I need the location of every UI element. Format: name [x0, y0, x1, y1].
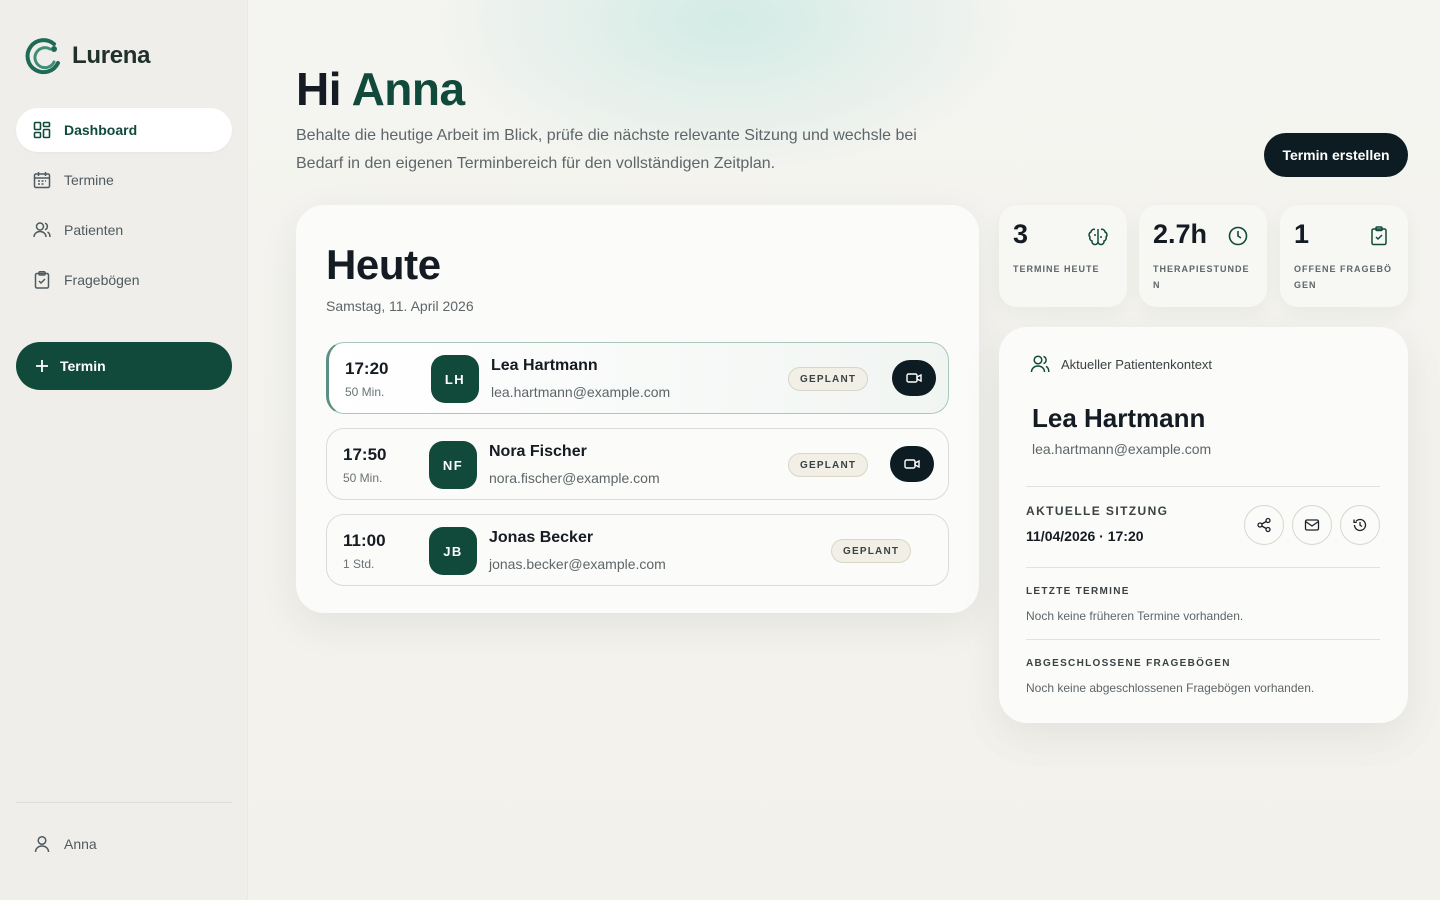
stat-label: TERMINE HEUTE	[1013, 264, 1100, 274]
appointment-time: 17:50	[343, 445, 387, 464]
patient-name: Jonas Becker	[489, 529, 594, 546]
logo-icon	[25, 38, 60, 75]
avatar: JB	[429, 527, 477, 575]
context-patient-name: Lea Hartmann	[1032, 403, 1206, 433]
status-badge: GEPLANT	[788, 453, 869, 477]
email-button[interactable]	[1292, 505, 1332, 545]
appointment-time: 17:20	[345, 359, 389, 378]
recent-appointments-label: LETZTE TERMINE	[1026, 586, 1130, 597]
create-appointment-button[interactable]: Termin erstellen	[1264, 133, 1408, 177]
page-title: Hi Anna	[296, 62, 465, 116]
status-badge: GEPLANT	[831, 539, 912, 563]
sidebar-item-patienten[interactable]: Patienten	[16, 208, 232, 252]
video-icon	[904, 459, 920, 469]
video-call-button[interactable]	[892, 360, 936, 396]
video-icon	[906, 373, 922, 383]
user-name: Anna	[64, 836, 97, 852]
appointment-row[interactable]: 11:00 1 Std. JB Jonas Becker jonas.becke…	[326, 514, 949, 586]
divider	[1026, 639, 1380, 640]
clock-icon	[1228, 226, 1248, 246]
page-subtitle: Behalte die heutige Arbeit im Blick, prü…	[296, 127, 917, 172]
new-appointment-label: Termin	[60, 358, 106, 374]
users-icon	[1030, 355, 1050, 373]
context-header: Aktueller Patientenkontext	[1029, 353, 1212, 375]
user-icon	[34, 835, 50, 853]
completed-forms-text: Noch keine abgeschlossenen Fragebögen vo…	[1026, 681, 1315, 695]
greeting-word: Hi	[296, 63, 342, 115]
recent-appointments-text: Noch keine früheren Termine vorhanden.	[1026, 609, 1244, 623]
patient-email: jonas.becker@example.com	[489, 556, 666, 572]
logo[interactable]: Lurena	[24, 36, 151, 76]
context-header-label: Aktueller Patientenkontext	[1061, 356, 1213, 372]
sidebar-item-label: Patienten	[64, 222, 124, 238]
stat-card-hours: 2.7h THERAPIESTUNDEN	[1139, 205, 1267, 307]
completed-forms-label: ABGESCHLOSSENE FRAGEBÖGEN	[1026, 658, 1231, 669]
brain-icon	[1088, 228, 1108, 246]
avatar: NF	[429, 441, 477, 489]
today-card: Heute Samstag, 11. April 2026 17:20 50 M…	[296, 205, 979, 613]
session-value: 11/04/2026 · 17:20	[1026, 528, 1144, 544]
user-menu[interactable]: Anna	[32, 834, 97, 854]
appointment-row[interactable]: 17:20 50 Min. LH Lea Hartmann lea.hartma…	[326, 342, 949, 414]
stat-label: THERAPIESTUNDEN	[1153, 264, 1250, 290]
appointment-row[interactable]: 17:50 50 Min. NF Nora Fischer nora.fisch…	[326, 428, 949, 500]
avatar: LH	[431, 355, 479, 403]
today-title: Heute	[326, 241, 441, 288]
share-icon	[1257, 517, 1271, 533]
sidebar-item-frageboegen[interactable]: Fragebögen	[16, 258, 232, 302]
app-name: Lurena	[72, 42, 151, 69]
share-button[interactable]	[1244, 505, 1284, 545]
patient-email: nora.fischer@example.com	[489, 470, 660, 486]
appointment-duration: 50 Min.	[345, 385, 385, 399]
dashboard-icon	[33, 121, 51, 139]
history-button[interactable]	[1340, 505, 1380, 545]
sidebar-item-termine[interactable]: Termine	[16, 158, 232, 202]
sidebar-item-label: Fragebögen	[64, 272, 140, 288]
patient-name: Nora Fischer	[489, 443, 587, 460]
sidebar-divider	[16, 802, 232, 803]
stat-label: OFFENE FRAGEBÖGEN	[1294, 264, 1393, 290]
patient-name: Lea Hartmann	[491, 357, 598, 374]
users-icon	[33, 222, 51, 238]
sidebar-item-dashboard[interactable]: Dashboard	[16, 108, 232, 152]
stat-value: 3	[1013, 219, 1029, 249]
patient-context-card: Aktueller Patientenkontext Lea Hartmann …	[999, 327, 1408, 723]
patient-email: lea.hartmann@example.com	[491, 384, 671, 400]
appointment-duration: 50 Min.	[343, 471, 383, 485]
sidebar-item-label: Dashboard	[64, 122, 138, 138]
new-appointment-button[interactable]: Termin	[16, 342, 232, 390]
context-patient-email: lea.hartmann@example.com	[1032, 441, 1212, 457]
status-badge: GEPLANT	[788, 367, 869, 391]
clipboard-check-icon	[1371, 226, 1387, 246]
mail-icon	[1304, 519, 1320, 531]
stat-card-appointments: 3 TERMINE HEUTE	[999, 205, 1127, 307]
stat-value: 2.7h	[1153, 219, 1208, 249]
stat-card-questionnaires: 1 OFFENE FRAGEBÖGEN	[1280, 205, 1408, 307]
video-call-button[interactable]	[890, 446, 934, 482]
today-date: Samstag, 11. April 2026	[326, 298, 474, 314]
history-icon	[1353, 518, 1367, 532]
divider	[1026, 486, 1380, 487]
appointment-duration: 1 Std.	[343, 557, 375, 571]
calendar-icon	[33, 172, 51, 189]
session-label: AKTUELLE SITZUNG	[1026, 504, 1169, 518]
sidebar-nav: Dashboard Termine Patienten Fragebögen	[16, 108, 232, 308]
plus-icon	[36, 360, 48, 372]
appointment-time: 11:00	[343, 531, 386, 550]
sidebar: Lurena Dashboard Termine Patienten Frage…	[0, 0, 248, 900]
greeting-name: Anna	[351, 63, 466, 115]
divider	[1026, 567, 1380, 568]
clipboard-icon	[34, 271, 50, 289]
sidebar-item-label: Termine	[64, 172, 114, 188]
stat-value: 1	[1294, 219, 1310, 249]
